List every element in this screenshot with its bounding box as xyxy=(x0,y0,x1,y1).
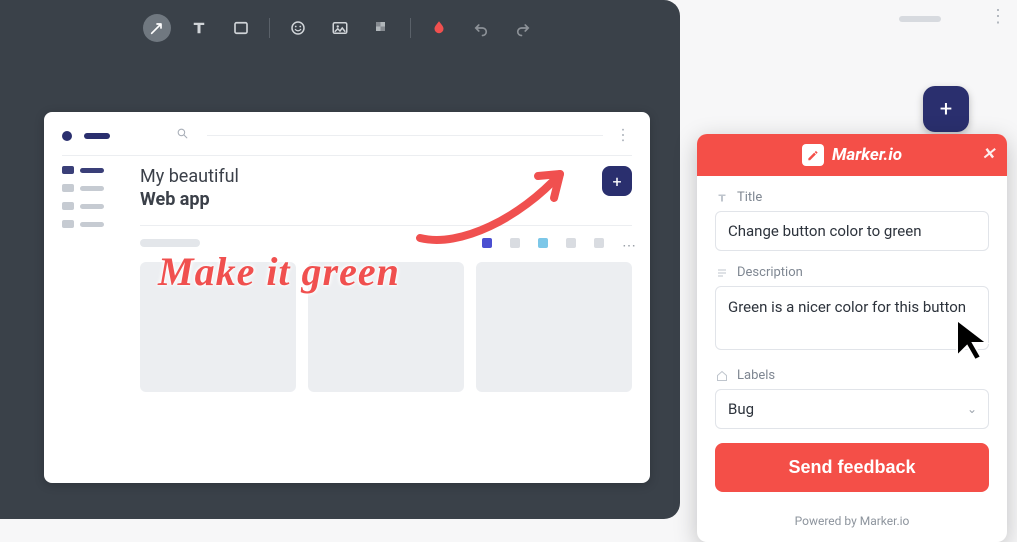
more-icon: ⋯ xyxy=(622,238,632,248)
bg-kebab-icon: ⋮ xyxy=(989,6,1007,27)
panel-header: Marker.io ✕ xyxy=(697,134,1007,176)
title-icon xyxy=(715,191,729,205)
annotation-toolbar xyxy=(0,0,680,56)
app-title-line1: My beautiful xyxy=(140,166,239,187)
tool-rect[interactable] xyxy=(227,14,255,42)
app-logo-bar xyxy=(84,133,110,139)
close-icon[interactable]: ✕ xyxy=(982,144,995,163)
title-label: Title xyxy=(737,190,762,205)
send-feedback-button[interactable]: Send feedback xyxy=(715,443,989,492)
feedback-fab[interactable]: + xyxy=(923,86,969,132)
tool-undo[interactable] xyxy=(467,14,495,42)
add-button[interactable]: + xyxy=(602,166,632,196)
app-logo-dot xyxy=(62,131,72,141)
filter-icon xyxy=(566,238,576,248)
tool-emoji[interactable] xyxy=(284,14,312,42)
labels-label: Labels xyxy=(737,368,775,383)
marker-logo-icon xyxy=(802,144,824,166)
divider xyxy=(140,225,632,226)
filter-icon xyxy=(482,238,492,248)
crumb-pill xyxy=(140,239,200,247)
search-icon xyxy=(176,127,189,144)
tool-redo[interactable] xyxy=(509,14,537,42)
description-label: Description xyxy=(737,265,803,280)
app-title-line2: Web app xyxy=(140,189,210,210)
panel-footer: Powered by Marker.io xyxy=(697,504,1007,542)
filter-icon xyxy=(538,238,548,248)
toolbar-divider xyxy=(410,18,411,38)
tool-image[interactable] xyxy=(326,14,354,42)
tool-text[interactable] xyxy=(185,14,213,42)
app-sidebar xyxy=(62,156,122,392)
tool-blur[interactable] xyxy=(368,14,396,42)
app-title: My beautiful Web app xyxy=(140,166,239,211)
tool-color[interactable] xyxy=(425,14,453,42)
toolbar-divider xyxy=(269,18,270,38)
placeholder-card xyxy=(476,262,632,392)
title-input[interactable] xyxy=(715,211,989,251)
filter-icon xyxy=(510,238,520,248)
description-input[interactable] xyxy=(715,286,989,350)
annotation-text: Make it green xyxy=(158,248,400,295)
app-kebab-icon: ⋯ xyxy=(614,127,633,144)
search-line xyxy=(207,135,603,136)
panel-brand: Marker.io xyxy=(832,145,902,165)
annotation-editor: ⋯ My beautiful Web app + xyxy=(0,0,680,519)
labels-select[interactable]: Bug xyxy=(715,389,989,429)
screenshot-canvas: ⋯ My beautiful Web app + xyxy=(44,112,650,483)
plus-icon: + xyxy=(612,172,621,191)
breadcrumb-row: ⋯ xyxy=(140,238,632,248)
plus-icon: + xyxy=(940,97,952,122)
description-icon xyxy=(715,266,729,280)
bg-pill xyxy=(899,16,941,22)
filter-icon xyxy=(594,238,604,248)
feedback-panel: Marker.io ✕ Title Description Labels Bug xyxy=(697,134,1007,542)
app-header: ⋯ xyxy=(62,126,632,156)
tool-arrow[interactable] xyxy=(143,14,171,42)
labels-icon xyxy=(715,369,729,383)
